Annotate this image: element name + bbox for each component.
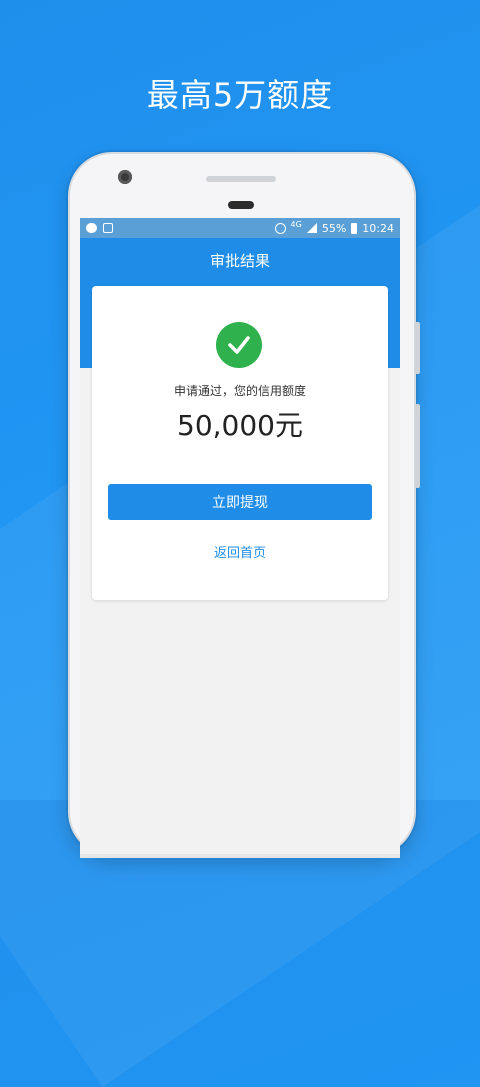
status-left-icons xyxy=(86,223,113,233)
proximity-sensor xyxy=(228,201,254,209)
checkmark-icon xyxy=(228,336,250,354)
result-card: 申请通过，您的信用额度 50,000元 立即提现 返回首页 xyxy=(92,286,388,600)
alarm-icon xyxy=(274,222,286,234)
phone-mockup: 4G 55% 10:24 审批结果 申请通过，您的信用额度 50,000元 立即… xyxy=(68,152,420,858)
credit-amount: 50,000元 xyxy=(177,409,303,442)
phone-volume-button xyxy=(415,404,420,488)
screen-bottom-strip xyxy=(80,854,400,858)
battery-icon xyxy=(351,222,358,234)
withdraw-now-button[interactable]: 立即提现 xyxy=(108,484,372,520)
front-camera-icon xyxy=(118,170,132,184)
phone-side-button xyxy=(415,322,420,374)
page-title: 审批结果 xyxy=(209,251,270,270)
promo-headline: 最高5万额度 xyxy=(146,76,334,114)
image-notification-icon xyxy=(103,223,113,233)
status-time: 10:24 xyxy=(362,221,394,235)
network-type: 4G xyxy=(290,219,302,229)
phone-screen: 4G 55% 10:24 审批结果 申请通过，您的信用额度 50,000元 立即… xyxy=(80,218,400,858)
status-bar: 4G 55% 10:24 xyxy=(80,218,400,238)
earpiece-speaker xyxy=(206,176,276,182)
signal-icon xyxy=(306,223,317,233)
chat-icon xyxy=(86,223,97,233)
app-title-bar: 审批结果 xyxy=(80,238,400,282)
back-to-home-link[interactable]: 返回首页 xyxy=(92,542,388,561)
status-right-icons: 4G 55% 10:24 xyxy=(274,219,394,235)
success-check-icon xyxy=(216,322,262,368)
battery-percent: 55% xyxy=(321,221,347,235)
approval-message: 申请通过，您的信用额度 xyxy=(173,384,306,398)
